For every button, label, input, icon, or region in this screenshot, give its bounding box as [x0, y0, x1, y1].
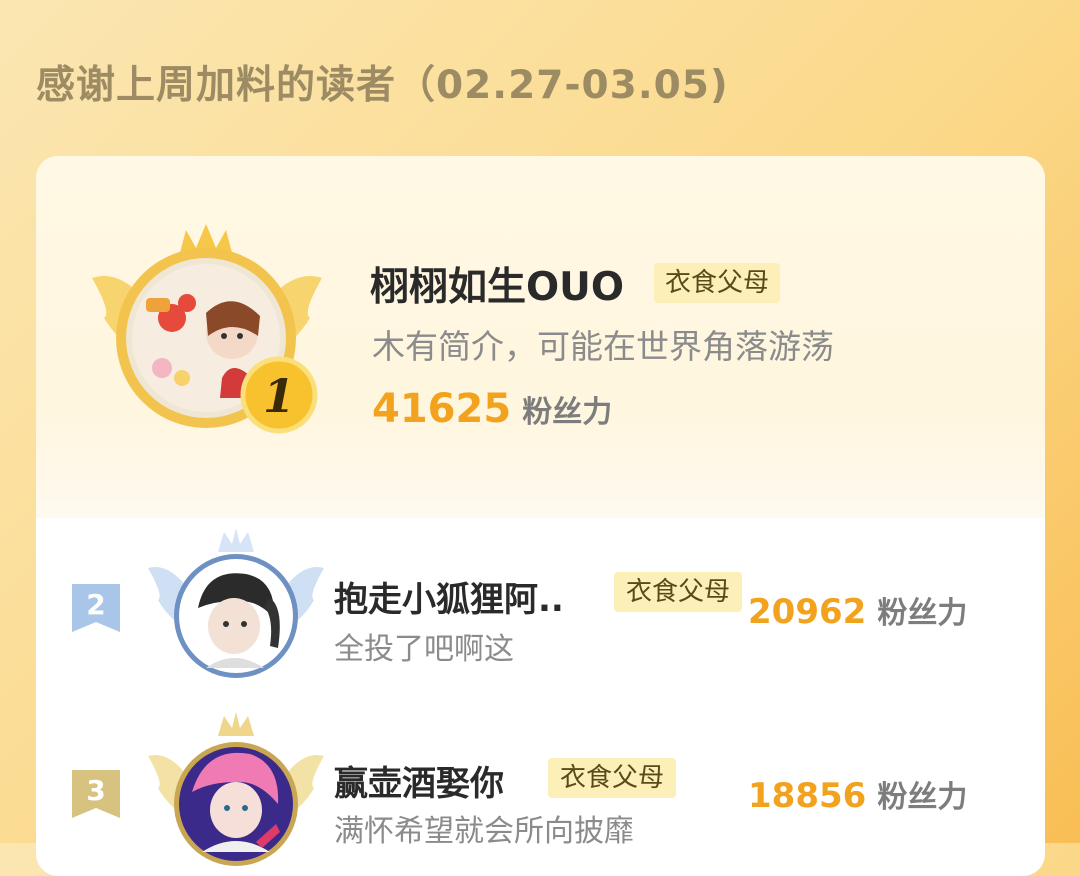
gold-frame-icon: 1 [92, 224, 322, 434]
badge-yishifumu: 衣食父母 [614, 572, 742, 612]
badge-yishifumu: 衣食父母 [654, 263, 780, 303]
reader-intro: 满怀希望就会所向披靡 [334, 814, 634, 849]
score-unit: 粉丝力 [522, 395, 613, 430]
silver-frame-icon [148, 528, 324, 678]
score-number: 18856 [748, 776, 867, 816]
reader-row-3[interactable]: 3 赢壶酒娶你 衣食父母 满怀希望就会所向披靡 18856 粉丝力 [36, 706, 1045, 876]
reader-row-1[interactable]: 1 栩栩如生OUO 衣食父母 木有简介，可能在世界角落游荡 41625 粉丝力 [36, 156, 1045, 518]
score-number: 20962 [748, 592, 867, 632]
rank-3-number: 3 [86, 774, 105, 807]
reader-intro: 木有简介，可能在世界角落游荡 [372, 327, 834, 366]
bronze-frame-icon [148, 712, 324, 866]
reader-name[interactable]: 赢壶酒娶你 [334, 756, 504, 805]
rank-2-flag-icon: 2 [70, 582, 122, 638]
ranking-card: 1 栩栩如生OUO 衣食父母 木有简介，可能在世界角落游荡 41625 粉丝力 … [36, 156, 1045, 876]
badge-yishifumu: 衣食父母 [548, 758, 676, 798]
reader-intro: 全投了吧啊这 [334, 632, 514, 667]
avatar-frame-silver[interactable] [146, 528, 326, 678]
avatar-frame-bronze[interactable] [146, 712, 326, 872]
rank-2-number: 2 [86, 588, 105, 621]
rank-1-medal-number: 1 [263, 369, 295, 423]
reader-score: 41625 粉丝力 [372, 386, 612, 432]
score-unit: 粉丝力 [877, 596, 968, 631]
reader-row-2[interactable]: 2 抱走小狐狸阿.. 衣食父母 全投了吧啊这 20962 粉丝力 [36, 518, 1045, 706]
score-unit: 粉丝力 [877, 780, 968, 815]
page-title: 感谢上周加料的读者（02.27-03.05) [36, 63, 729, 108]
score-number: 41625 [372, 386, 512, 432]
rank-3-flag-icon: 3 [70, 768, 122, 824]
avatar-frame-gold[interactable]: 1 [82, 218, 332, 448]
reader-score: 20962 粉丝力 [748, 588, 967, 632]
reader-name[interactable]: 抱走小狐狸阿.. [334, 572, 564, 621]
reader-name[interactable]: 栩栩如生OUO [370, 256, 624, 312]
reader-score: 18856 粉丝力 [748, 772, 967, 816]
